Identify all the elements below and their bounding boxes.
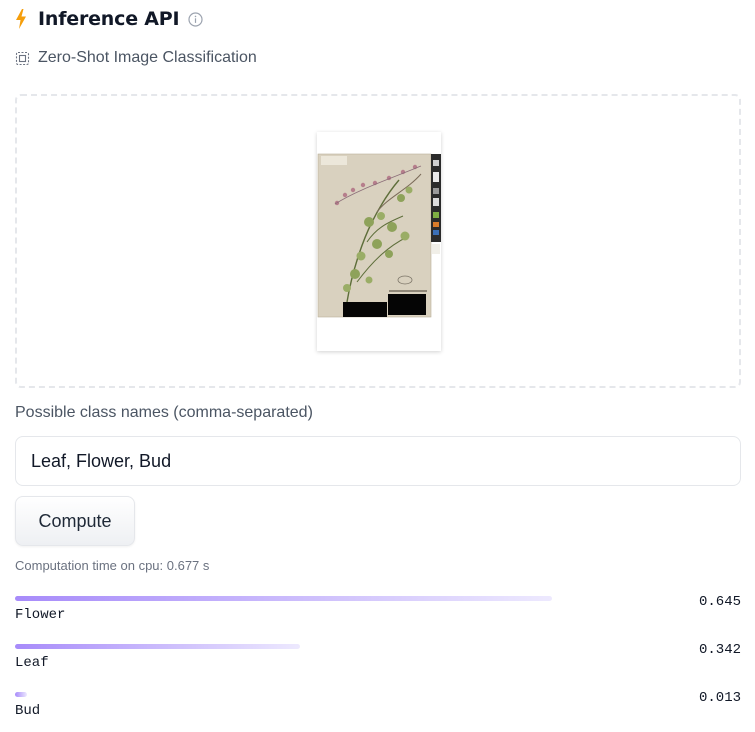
info-icon[interactable] — [188, 11, 204, 27]
widget-title: Inference API — [38, 8, 180, 30]
lightning-bolt-icon — [14, 8, 28, 30]
computation-time: Computation time on cpu: 0.677 s — [15, 558, 210, 573]
specimen-image — [317, 132, 441, 351]
result-label: Bud — [15, 703, 41, 719]
result-score: 0.013 — [698, 690, 741, 706]
result-row: Bud 0.013 — [15, 690, 741, 732]
class-names-input[interactable] — [15, 436, 741, 486]
result-bar — [15, 644, 300, 649]
result-label: Flower — [15, 607, 66, 623]
class-names-label: Possible class names (comma-separated) — [15, 404, 313, 421]
result-bar — [15, 692, 27, 697]
widget-header: Inference API — [14, 5, 204, 33]
result-row: Leaf 0.342 — [15, 642, 741, 684]
result-row: Flower 0.645 — [15, 594, 741, 636]
task-type: Zero-Shot Image Classification — [15, 47, 257, 69]
task-label: Zero-Shot Image Classification — [38, 49, 257, 66]
result-score: 0.645 — [698, 594, 741, 610]
image-classification-icon — [15, 51, 30, 66]
result-label: Leaf — [15, 655, 49, 671]
compute-button[interactable]: Compute — [15, 496, 135, 546]
result-score: 0.342 — [698, 642, 741, 658]
image-dropzone[interactable] — [15, 94, 741, 388]
result-bar — [15, 596, 552, 601]
